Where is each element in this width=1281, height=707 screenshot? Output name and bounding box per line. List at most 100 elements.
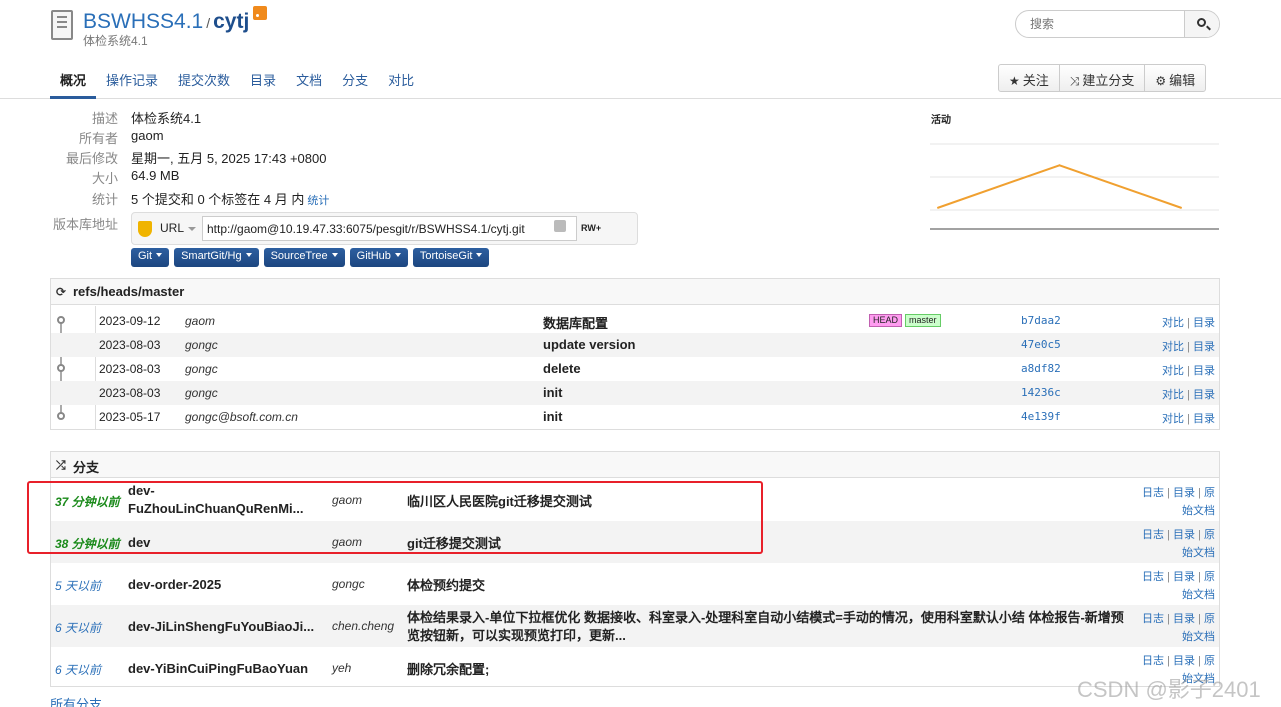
commit-sha[interactable]: 4e139f (1021, 410, 1061, 423)
copy-icon[interactable] (554, 220, 566, 232)
commit-message[interactable]: delete (543, 361, 581, 376)
commit-sha[interactable]: a8df82 (1021, 362, 1061, 375)
raw-link[interactable]: 原 (1204, 655, 1215, 667)
compare-link[interactable]: 对比 (1162, 389, 1184, 401)
client-github-button[interactable]: GitHub (349, 248, 408, 267)
search-box (1015, 10, 1220, 38)
repository-url-field[interactable]: http://gaom@10.19.47.33:6075/pesgit/r/BS… (202, 216, 577, 241)
chevron-down-icon[interactable] (188, 227, 196, 231)
stats-link[interactable]: 统计 (307, 195, 329, 207)
commit-author[interactable]: gongc (185, 338, 218, 352)
log-link[interactable]: 日志 (1142, 613, 1164, 625)
gear-icon: ⚙ (1155, 74, 1167, 88)
tree-link[interactable]: 目录 (1173, 487, 1195, 499)
tab-commits[interactable]: 提交次数 (168, 62, 240, 99)
search-button[interactable] (1184, 11, 1219, 37)
commit-sha[interactable]: b7daa2 (1021, 314, 1061, 327)
git-client-buttons: Git SmartGit/Hg SourceTree GitHub Tortoi… (131, 248, 490, 267)
stats-label: 统计 (91, 192, 118, 207)
log-link[interactable]: 日志 (1142, 571, 1164, 583)
search-input[interactable] (1016, 11, 1184, 37)
raw-link-cont[interactable]: 始文档 (1182, 589, 1215, 601)
raw-link-cont[interactable]: 始文档 (1182, 505, 1215, 517)
commit-message[interactable]: update version (543, 337, 635, 352)
compare-link[interactable]: 对比 (1162, 365, 1184, 377)
tree-link[interactable]: 目录 (1193, 365, 1215, 377)
raw-link[interactable]: 原 (1204, 529, 1215, 541)
tree-link[interactable]: 目录 (1193, 413, 1215, 425)
watch-button[interactable]: ★ 关注 (999, 65, 1060, 91)
size-value: 64.9 MB (131, 168, 180, 183)
activity-chart: 活动 (930, 108, 1220, 233)
tab-summary[interactable]: 概况 (50, 62, 97, 99)
tree-link[interactable]: 目录 (1173, 655, 1195, 667)
tab-reflog[interactable]: 操作记录 (96, 62, 168, 99)
raw-link-cont[interactable]: 始文档 (1182, 547, 1215, 559)
branch-message[interactable]: 删除冗余配置; (407, 661, 1132, 679)
branch-name[interactable]: dev-YiBinCuiPingFuBaoYuan (128, 661, 308, 676)
project-link[interactable]: BSWHSS4.1 (83, 10, 203, 33)
commit-message[interactable]: 数据库配置 (543, 313, 608, 332)
branch-name[interactable]: dev-order-2025 (128, 577, 221, 592)
commit-row: 2023-05-17 gongc@bsoft.com.cn init 4e139… (51, 405, 1219, 429)
tab-compare[interactable]: 对比 (378, 62, 424, 99)
commit-message[interactable]: init (543, 409, 563, 424)
branch-message[interactable]: 体检预约提交 (407, 577, 1132, 595)
branches-title-link[interactable]: 分支 (73, 460, 99, 475)
link-separator: | (1184, 365, 1193, 377)
raw-link-cont[interactable]: 始文档 (1182, 631, 1215, 643)
log-link[interactable]: 日志 (1142, 529, 1164, 541)
tab-tree[interactable]: 目录 (240, 62, 286, 99)
log-link[interactable]: 日志 (1142, 487, 1164, 499)
branch-name[interactable]: dev-JiLinShengFuYouBiaoJi... (128, 619, 314, 634)
commit-message[interactable]: init (543, 385, 563, 400)
client-tortoisegit-button[interactable]: TortoiseGit (412, 248, 490, 267)
branch-author[interactable]: gongc (332, 577, 365, 591)
tree-link[interactable]: 目录 (1193, 389, 1215, 401)
repo-link[interactable]: cytj (213, 10, 249, 33)
tab-docs[interactable]: 文档 (286, 62, 332, 99)
summary-row-owner: 所有者 gaom (50, 128, 610, 148)
link-separator: | (1184, 413, 1193, 425)
edit-button[interactable]: ⚙ 编辑 (1145, 65, 1205, 91)
commit-author[interactable]: gongc (185, 362, 218, 376)
commit-author[interactable]: gongc (185, 386, 218, 400)
compare-link[interactable]: 对比 (1162, 341, 1184, 353)
compare-link[interactable]: 对比 (1162, 413, 1184, 425)
branch-author[interactable]: yeh (332, 661, 351, 675)
tree-link[interactable]: 目录 (1193, 317, 1215, 329)
commit-sha[interactable]: 47e0c5 (1021, 338, 1061, 351)
client-git-button[interactable]: Git (131, 248, 170, 267)
tree-link[interactable]: 目录 (1173, 529, 1195, 541)
log-ref-link[interactable]: refs/heads/master (73, 284, 184, 299)
tree-link[interactable]: 目录 (1193, 341, 1215, 353)
caret-down-icon (331, 253, 338, 257)
client-label: GitHub (356, 250, 391, 262)
raw-link[interactable]: 原 (1204, 487, 1215, 499)
all-branches-link[interactable]: 所有分支... (50, 694, 113, 707)
commit-row: 2023-08-03 gongc update version 47e0c5 对… (51, 333, 1219, 357)
branch-message[interactable]: 体检结果录入-单位下拉框优化 数据接收、科室录入-处理科室自动小结模式=手动的情… (407, 609, 1132, 645)
raw-link[interactable]: 原 (1204, 613, 1215, 625)
commit-author[interactable]: gongc@bsoft.com.cn (185, 410, 298, 424)
client-smartgit-button[interactable]: SmartGit/Hg (174, 248, 259, 267)
branch-badge[interactable]: master (905, 314, 941, 327)
rss-icon[interactable] (253, 6, 268, 20)
tab-branches[interactable]: 分支 (332, 62, 378, 99)
url-type-select[interactable]: URL (160, 221, 184, 235)
tree-link[interactable]: 目录 (1173, 571, 1195, 583)
fork-button[interactable]: ⤨ 建立分支 (1060, 65, 1146, 91)
commit-links: 对比 | 目录 (1162, 314, 1215, 330)
tree-link[interactable]: 目录 (1173, 613, 1195, 625)
commit-row: 2023-08-03 gongc delete a8df82 对比 | 目录 (51, 357, 1219, 381)
owner-link[interactable]: gaom (131, 128, 164, 143)
raw-link[interactable]: 原 (1204, 571, 1215, 583)
log-link[interactable]: 日志 (1142, 655, 1164, 667)
commit-sha[interactable]: 14236c (1021, 386, 1061, 399)
star-icon: ★ (1009, 74, 1020, 88)
compare-link[interactable]: 对比 (1162, 317, 1184, 329)
branch-author[interactable]: chen.cheng (332, 619, 394, 633)
commit-author[interactable]: gaom (185, 314, 215, 328)
caret-down-icon (245, 253, 252, 257)
client-sourcetree-button[interactable]: SourceTree (263, 248, 345, 267)
